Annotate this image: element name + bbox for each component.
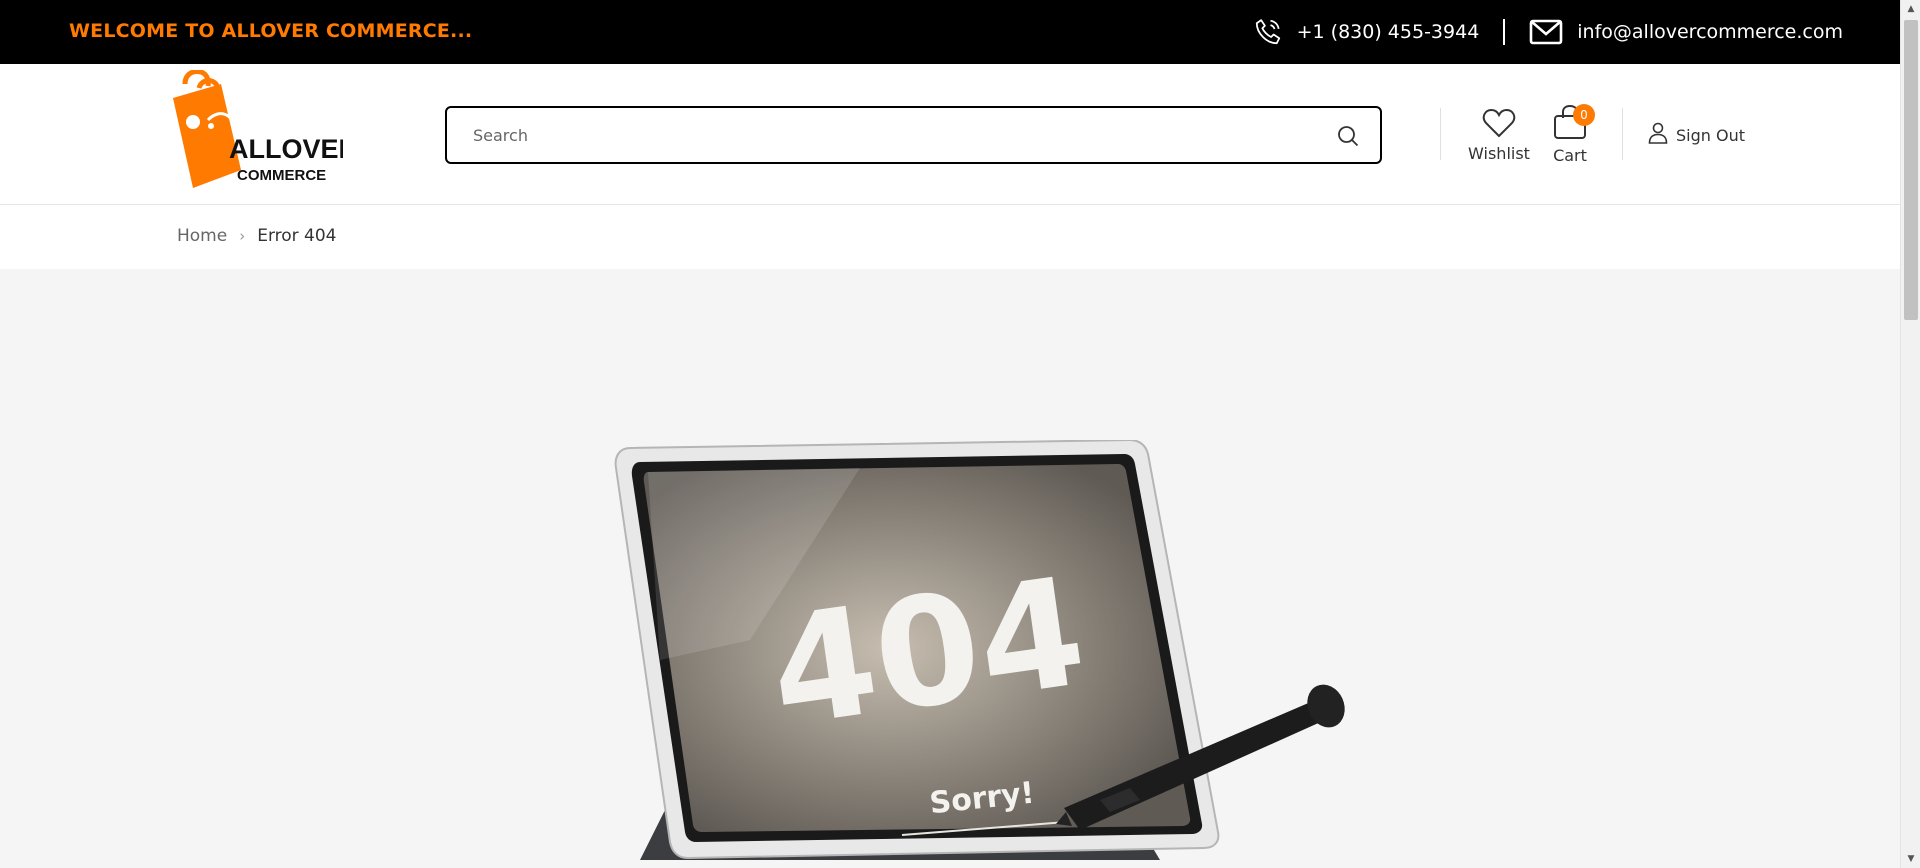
contact-divider bbox=[1503, 19, 1506, 45]
main-content: 404 Sorry! bbox=[0, 269, 1900, 868]
site-logo[interactable]: ALLOVER COMMERCE bbox=[163, 69, 358, 196]
breadcrumb: Home › Error 404 bbox=[177, 226, 337, 246]
email-address: info@allovercommerce.com bbox=[1577, 21, 1843, 43]
user-icon bbox=[1648, 122, 1668, 148]
sign-out-label: Sign Out bbox=[1676, 125, 1745, 145]
logo-line1: ALLOVER bbox=[229, 134, 343, 164]
envelope-icon bbox=[1529, 19, 1563, 45]
scrollbar-thumb[interactable] bbox=[1904, 20, 1918, 320]
cart-button[interactable]: 0 Cart bbox=[1548, 104, 1595, 165]
site-header: ALLOVER COMMERCE Wishlist 0 Ca bbox=[0, 64, 1900, 205]
search-icon[interactable] bbox=[1336, 124, 1360, 152]
scroll-up-arrow-icon[interactable]: ▲ bbox=[1901, 0, 1920, 18]
phone-icon bbox=[1253, 17, 1283, 47]
wishlist-button[interactable]: Wishlist bbox=[1468, 108, 1530, 163]
scroll-down-arrow-icon[interactable]: ▼ bbox=[1901, 850, 1920, 868]
search-bar bbox=[445, 106, 1382, 164]
phone-number: +1 (830) 455-3944 bbox=[1296, 21, 1480, 43]
heart-icon bbox=[1482, 108, 1516, 142]
search-input[interactable] bbox=[447, 108, 1307, 162]
header-divider bbox=[1622, 108, 1623, 160]
breadcrumb-home[interactable]: Home bbox=[177, 226, 227, 246]
contact-info: +1 (830) 455-3944 info@allovercommerce.c… bbox=[1253, 14, 1843, 50]
page-scrollbar[interactable]: ▲ ▼ bbox=[1900, 0, 1920, 868]
top-bar: WELCOME TO ALLOVER COMMERCE... +1 (830) … bbox=[0, 0, 1900, 64]
email-link[interactable]: info@allovercommerce.com bbox=[1529, 19, 1843, 45]
welcome-text: WELCOME TO ALLOVER COMMERCE... bbox=[69, 20, 473, 42]
logo-line2: COMMERCE bbox=[237, 167, 326, 184]
phone-link[interactable]: +1 (830) 455-3944 bbox=[1253, 17, 1480, 47]
error-404-illustration: 404 Sorry! bbox=[600, 438, 1400, 868]
breadcrumb-current: Error 404 bbox=[257, 226, 337, 246]
breadcrumb-bar: Home › Error 404 bbox=[0, 205, 1900, 269]
header-divider bbox=[1440, 108, 1441, 160]
wishlist-label: Wishlist bbox=[1468, 144, 1530, 163]
cart-count-badge: 0 bbox=[1573, 104, 1595, 126]
cart-label: Cart bbox=[1553, 146, 1587, 165]
chevron-right-icon: › bbox=[239, 227, 246, 245]
sign-out-button[interactable]: Sign Out bbox=[1648, 122, 1745, 148]
